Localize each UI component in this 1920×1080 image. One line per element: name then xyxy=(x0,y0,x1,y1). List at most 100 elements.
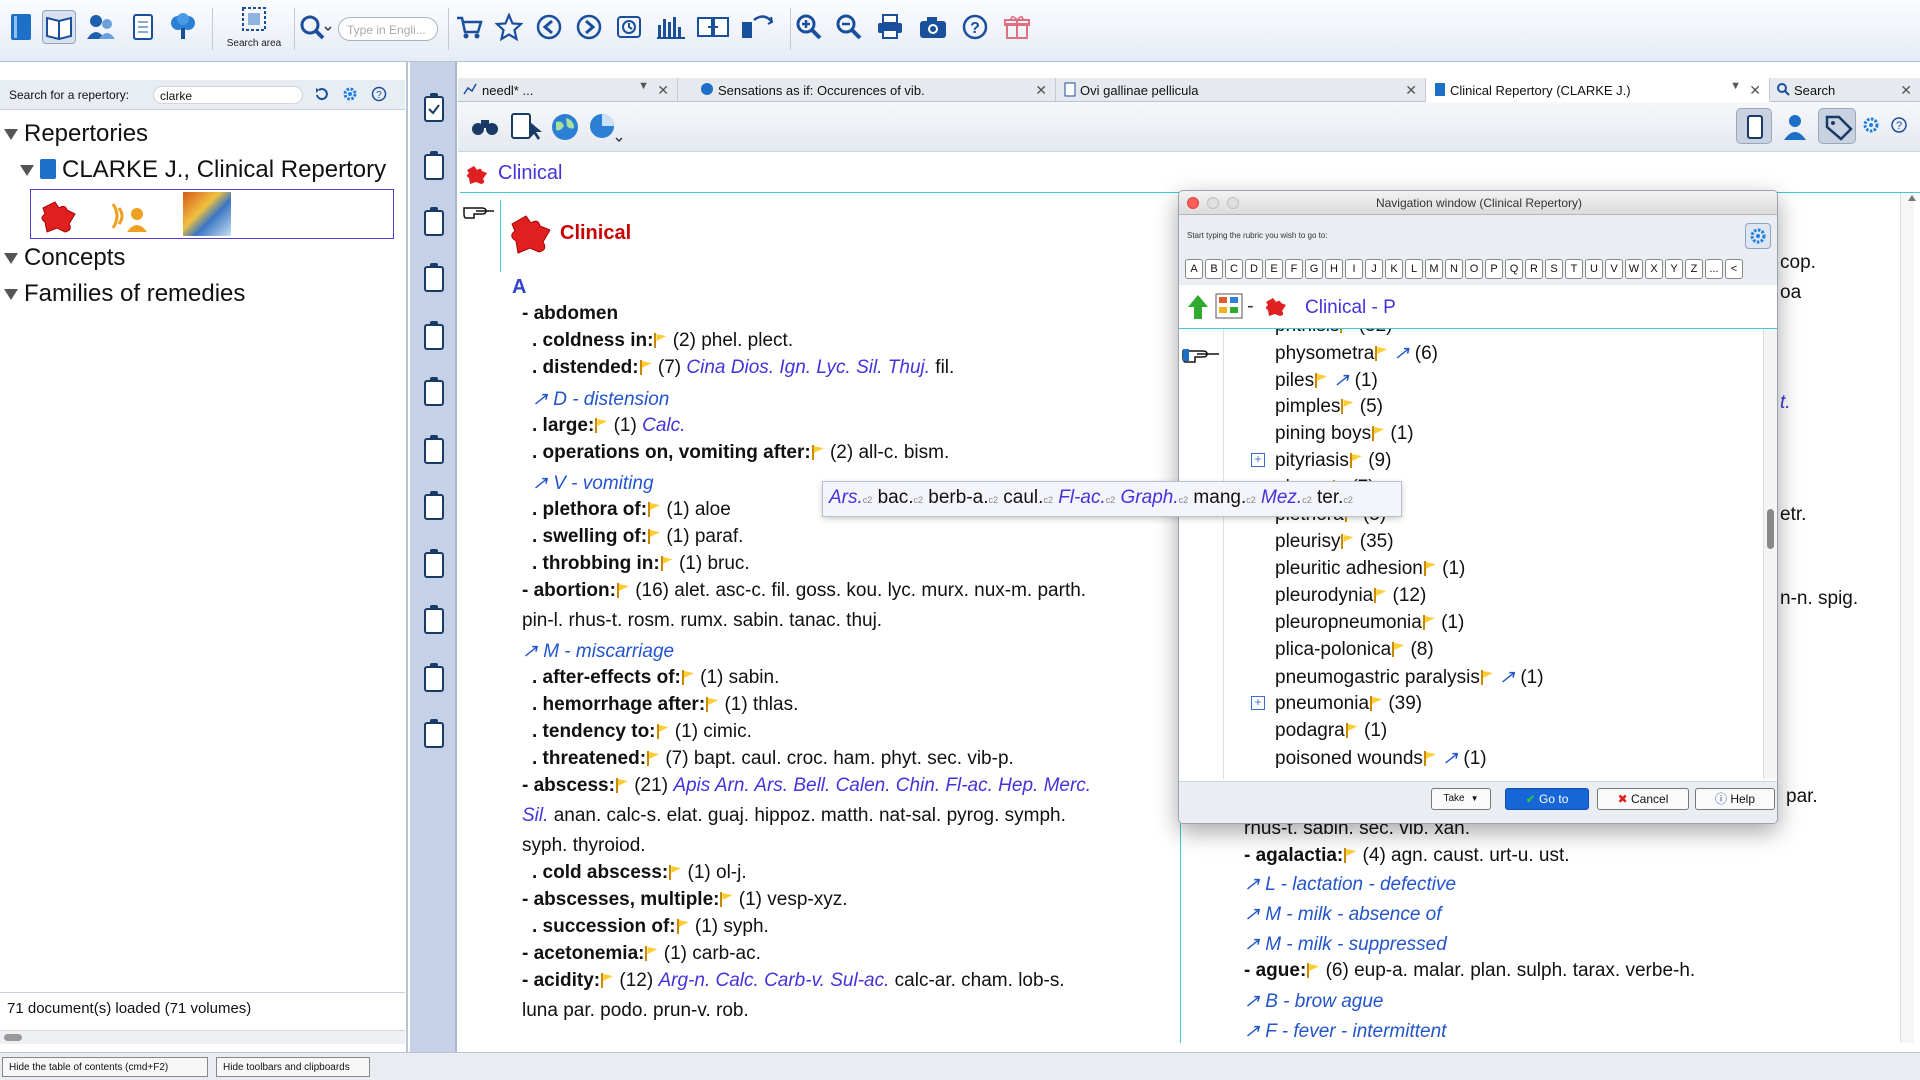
letter-button[interactable]: < xyxy=(1725,259,1743,279)
rubric-line[interactable]: - agalactia: (4) agn. caust. urt-u. ust. xyxy=(1244,845,1570,867)
clipboard-5-icon[interactable] xyxy=(424,321,444,350)
flag-icon[interactable] xyxy=(705,697,719,712)
rubric-line[interactable]: . coldness in: (2) phel. plect. xyxy=(532,330,793,352)
compare-icon[interactable] xyxy=(696,10,730,44)
flag-icon[interactable] xyxy=(1339,329,1353,333)
close-icon[interactable]: ✕ xyxy=(1900,82,1912,99)
rubric-line[interactable]: Sil. anan. calc-s. elat. guaj. hippoz. m… xyxy=(522,805,1066,827)
flag-icon[interactable] xyxy=(647,529,661,544)
help-small-icon[interactable]: ? xyxy=(371,86,387,107)
cross-reference-link[interactable]: ↗ M - milk - absence of xyxy=(1244,903,1442,926)
clipboard-10-icon[interactable] xyxy=(424,605,444,634)
flag-icon[interactable] xyxy=(653,333,667,348)
search-area-button[interactable]: Search area xyxy=(224,5,284,53)
flag-icon[interactable] xyxy=(1422,615,1436,630)
letter-button[interactable]: ... xyxy=(1705,259,1723,279)
tab-needl[interactable]: needl* ... ▼ ✕ xyxy=(458,78,678,102)
nav-rubric-item[interactable]: + pityriasis (9) xyxy=(1251,450,1391,472)
expand-plus-icon[interactable]: + xyxy=(1251,696,1265,710)
flag-icon[interactable] xyxy=(1349,453,1363,468)
hide-toc-button[interactable]: Hide the table of contents (cmd+F2) xyxy=(2,1057,208,1077)
letter-button[interactable]: P xyxy=(1485,259,1503,279)
letter-button[interactable]: F xyxy=(1285,259,1303,279)
close-icon[interactable]: ✕ xyxy=(1749,82,1761,99)
document-icon[interactable] xyxy=(126,10,160,44)
repertory-thumbnail-image[interactable] xyxy=(183,192,231,236)
doctors-icon[interactable] xyxy=(84,10,118,44)
tree-node-concepts[interactable]: Concepts xyxy=(4,244,125,272)
rubric-line[interactable]: luna par. podo. prun-v. rob. xyxy=(522,1000,749,1022)
nav-rubric-item[interactable]: pneumogastric paralysis ↗ (1) xyxy=(1275,666,1544,689)
letter-button[interactable]: H xyxy=(1325,259,1343,279)
cross-reference-link[interactable]: ↗ B - brow ague xyxy=(1244,990,1384,1013)
letter-button[interactable]: Y xyxy=(1665,259,1683,279)
flag-icon[interactable] xyxy=(647,502,661,517)
flag-icon[interactable] xyxy=(1314,373,1328,388)
tab-sensations[interactable]: Sensations as if: Occurences of vib. ✕ xyxy=(694,78,1056,102)
gift-icon[interactable] xyxy=(1000,10,1034,44)
go-to-button[interactable]: ✔ Go to xyxy=(1505,788,1589,810)
flag-icon[interactable] xyxy=(811,445,825,460)
take-button[interactable]: Take ▼ xyxy=(1431,788,1491,810)
flag-icon[interactable] xyxy=(1369,696,1383,711)
nav-rubric-item[interactable]: pleuritic adhesion (1) xyxy=(1275,558,1465,580)
rubric-line[interactable]: . cold abscess: (1) ol-j. xyxy=(532,862,747,884)
vertical-scrollbar[interactable] xyxy=(1900,193,1914,1043)
tree-node-repertories[interactable]: Repertories xyxy=(4,120,148,148)
settings-gear-icon[interactable] xyxy=(342,86,358,107)
pointing-hand-icon[interactable] xyxy=(1181,343,1221,370)
nav-rubric-item[interactable]: pining boys (1) xyxy=(1275,423,1414,445)
tab-clinical-repertory[interactable]: Clinical Repertory (CLARKE J.) ▼ ✕ xyxy=(1426,78,1770,102)
flag-icon[interactable] xyxy=(668,865,682,880)
clipboard-8-icon[interactable] xyxy=(424,491,444,520)
tree-node-families[interactable]: Families of remedies xyxy=(4,280,245,308)
rubric-line[interactable]: - abortion: (16) alet. asc-c. fil. goss.… xyxy=(522,580,1086,602)
flag-icon[interactable] xyxy=(1374,346,1388,361)
help-button[interactable]: ⓘ Help xyxy=(1695,788,1775,810)
open-book-icon[interactable] xyxy=(42,10,76,44)
letter-button[interactable]: S xyxy=(1545,259,1563,279)
rubric-line[interactable]: - acidity: (12) Arg-n. Calc. Carb-v. Sul… xyxy=(522,970,1065,992)
star-icon[interactable] xyxy=(492,10,526,44)
expand-plus-icon[interactable]: + xyxy=(1251,453,1265,467)
rubric-line[interactable]: - acetonemia: (1) carb-ac. xyxy=(522,943,761,965)
flag-icon[interactable] xyxy=(1371,426,1385,441)
letter-button[interactable]: A xyxy=(1185,259,1203,279)
flag-icon[interactable] xyxy=(1340,534,1354,549)
flag-icon[interactable] xyxy=(676,919,690,934)
rubric-line[interactable]: . throbbing in: (1) bruc. xyxy=(532,553,750,575)
nav-rubric-item[interactable]: piles ↗ (1) xyxy=(1275,369,1378,392)
flag-icon[interactable] xyxy=(594,418,608,433)
letter-button[interactable]: V xyxy=(1605,259,1623,279)
cancel-button[interactable]: ✖ Cancel xyxy=(1597,788,1689,810)
flag-icon[interactable] xyxy=(1345,723,1359,738)
flag-icon[interactable] xyxy=(1391,642,1405,657)
tag-icon[interactable] xyxy=(1818,108,1856,144)
clipboard-7-icon[interactable] xyxy=(424,435,444,464)
rubric-line[interactable]: - abscess: (21) Apis Arn. Ars. Bell. Cal… xyxy=(522,775,1091,797)
globe-icon[interactable] xyxy=(550,112,580,147)
letter-button[interactable]: Q xyxy=(1505,259,1523,279)
history-icon[interactable] xyxy=(612,10,646,44)
cross-reference-link[interactable]: ↗ M - miscarriage xyxy=(522,640,674,663)
nav-scrollbar[interactable] xyxy=(1763,329,1777,779)
flag-icon[interactable] xyxy=(615,778,629,793)
flag-icon[interactable] xyxy=(1423,561,1437,576)
flag-icon[interactable] xyxy=(1343,848,1357,863)
clipboard-1-icon[interactable] xyxy=(424,93,444,122)
letter-button[interactable]: O xyxy=(1465,259,1483,279)
flag-icon[interactable] xyxy=(1480,670,1494,685)
flag-icon[interactable] xyxy=(660,556,674,571)
tree-icon[interactable] xyxy=(166,10,200,44)
letter-button[interactable]: C xyxy=(1225,259,1243,279)
clipboard-4-icon[interactable] xyxy=(424,263,444,292)
flag-icon[interactable] xyxy=(600,973,614,988)
letter-button[interactable]: U xyxy=(1585,259,1603,279)
users-icon[interactable] xyxy=(1780,112,1810,147)
back-icon[interactable] xyxy=(532,10,566,44)
link-arrow-icon[interactable]: ↗ xyxy=(1499,667,1515,688)
settings-gear-icon[interactable] xyxy=(1862,116,1880,139)
sync-icon[interactable] xyxy=(740,10,774,44)
expand-triangle-icon[interactable] xyxy=(4,253,18,265)
rubric-line[interactable]: pin-l. rhus-t. rosm. rumx. sabin. tanac.… xyxy=(522,610,882,632)
